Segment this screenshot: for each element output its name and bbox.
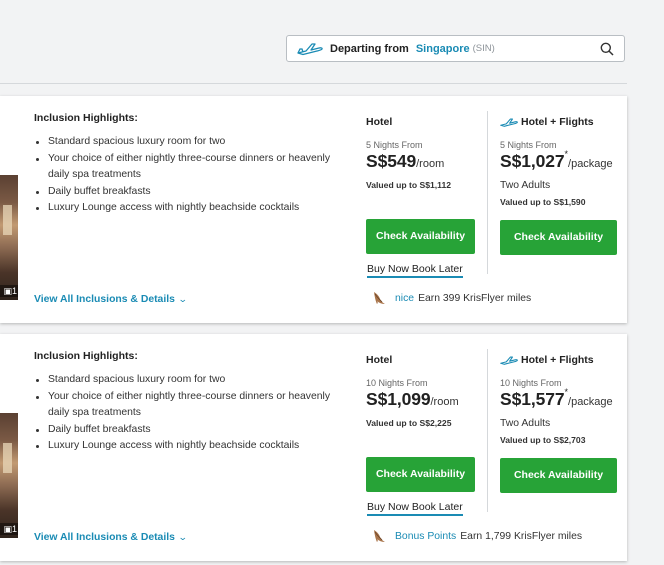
hotel-flights-price-amount: S$1,027 [500, 151, 565, 171]
hotel-flights-nights: 5 Nights From [500, 140, 557, 150]
hotel-price-unit: /room [416, 158, 445, 170]
hotel-flights-adults: Two Adults [500, 418, 551, 429]
hotel-price-unit: /room [430, 396, 459, 408]
view-all-inclusions-link[interactable]: View All Inclusions & Details ⌄ [34, 294, 188, 305]
hotel-flights-nights: 10 Nights From [500, 378, 562, 388]
photo-count: 1 [11, 524, 17, 534]
miles-label[interactable]: Bonus Points [395, 531, 456, 542]
krisflyer-miles: Bonus Points Earn 1,799 KrisFlyer miles [372, 529, 582, 543]
inclusion-item: Daily buffet breakfasts [33, 184, 343, 201]
hotel-title: Hotel [366, 354, 393, 366]
plane-icon [500, 356, 518, 365]
departure-city[interactable]: Singapore [416, 43, 470, 55]
krisflyer-miles: nice Earn 399 KrisFlyer miles [372, 291, 531, 305]
departing-from-selector[interactable]: Departing from Singapore (SIN) [286, 35, 625, 62]
krisflyer-bird-icon [374, 292, 385, 304]
plane-icon [500, 118, 518, 127]
miles-text: Earn 1,799 KrisFlyer miles [460, 530, 583, 542]
check-availability-hotel-button[interactable]: Check Availability [366, 219, 475, 254]
hotel-price-amount: S$1,099 [366, 389, 431, 409]
hotel-flights-title: Hotel + Flights [521, 354, 594, 366]
inclusion-item: Standard spacious luxury room for two [33, 372, 343, 389]
departing-label: Departing from [330, 42, 409, 55]
hotel-flights-adults: Two Adults [500, 180, 551, 191]
column-divider [487, 349, 488, 512]
offer-card: ▣1 Inclusion Highlights: Standard spacio… [0, 96, 627, 323]
buy-now-book-later-link[interactable]: Buy Now Book Later [367, 501, 463, 516]
inclusion-title: Inclusion Highlights: [34, 350, 138, 362]
departure-code: (SIN) [472, 43, 495, 54]
miles-text: Earn 399 KrisFlyer miles [418, 292, 532, 304]
buy-now-book-later-link[interactable]: Buy Now Book Later [367, 263, 463, 278]
inclusion-item: Luxury Lounge access with nightly beachs… [33, 200, 343, 217]
hotel-flights-valued: Valued up to S$1,590 [500, 197, 586, 207]
check-availability-hotel-flights-button[interactable]: Check Availability [500, 458, 617, 493]
hotel-price-amount: S$549 [366, 151, 417, 171]
view-all-inclusions-link[interactable]: View All Inclusions & Details ⌄ [34, 532, 188, 543]
hotel-flights-title: Hotel + Flights [521, 116, 594, 128]
price-asterisk: * [564, 387, 569, 397]
hotel-flights-price-unit: /package [568, 396, 613, 408]
inclusion-list: Standard spacious luxury room for two Yo… [33, 372, 343, 455]
inclusion-title: Inclusion Highlights: [34, 112, 138, 124]
hotel-flights-price-amount: S$1,577 [500, 389, 565, 409]
hotel-valued: Valued up to S$1,112 [366, 180, 452, 190]
camera-icon: ▣ [3, 286, 12, 296]
offer-card: ▣1 Inclusion Highlights: Standard spacio… [0, 334, 627, 561]
krisflyer-bird-icon [374, 530, 385, 542]
plane-icon [297, 42, 323, 55]
inclusion-item: Your choice of either nightly three-cour… [33, 389, 343, 422]
hotel-flights-price: S$1,027*/package [500, 149, 613, 172]
hotel-title: Hotel [366, 116, 393, 128]
hotel-price: S$1,099/room [366, 389, 459, 410]
price-asterisk: * [564, 149, 569, 159]
header-divider [0, 83, 627, 84]
inclusion-item: Luxury Lounge access with nightly beachs… [33, 438, 343, 455]
miles-label[interactable]: nice [395, 293, 414, 304]
check-availability-hotel-button[interactable]: Check Availability [366, 457, 475, 492]
inclusion-item: Daily buffet breakfasts [33, 422, 343, 439]
inclusion-item: Your choice of either nightly three-cour… [33, 151, 343, 184]
check-availability-hotel-flights-button[interactable]: Check Availability [500, 220, 617, 255]
hotel-price: S$549/room [366, 151, 444, 172]
inclusion-item: Standard spacious luxury room for two [33, 134, 343, 151]
search-icon[interactable] [600, 42, 614, 56]
hotel-flights-price-unit: /package [568, 158, 613, 170]
hotel-flights-price: S$1,577*/package [500, 387, 613, 410]
hotel-photo[interactable]: ▣1 [0, 175, 18, 300]
hotel-flights-valued: Valued up to S$2,703 [500, 435, 586, 445]
hotel-valued: Valued up to S$2,225 [366, 418, 452, 428]
camera-icon: ▣ [3, 524, 12, 534]
hotel-nights: 10 Nights From [366, 378, 428, 388]
chevron-down-icon: ⌄ [177, 532, 188, 542]
inclusion-list: Standard spacious luxury room for two Yo… [33, 134, 343, 217]
photo-count: 1 [11, 286, 17, 296]
hotel-nights: 5 Nights From [366, 140, 423, 150]
chevron-down-icon: ⌄ [177, 294, 188, 304]
column-divider [487, 111, 488, 274]
hotel-photo[interactable]: ▣1 [0, 413, 18, 538]
